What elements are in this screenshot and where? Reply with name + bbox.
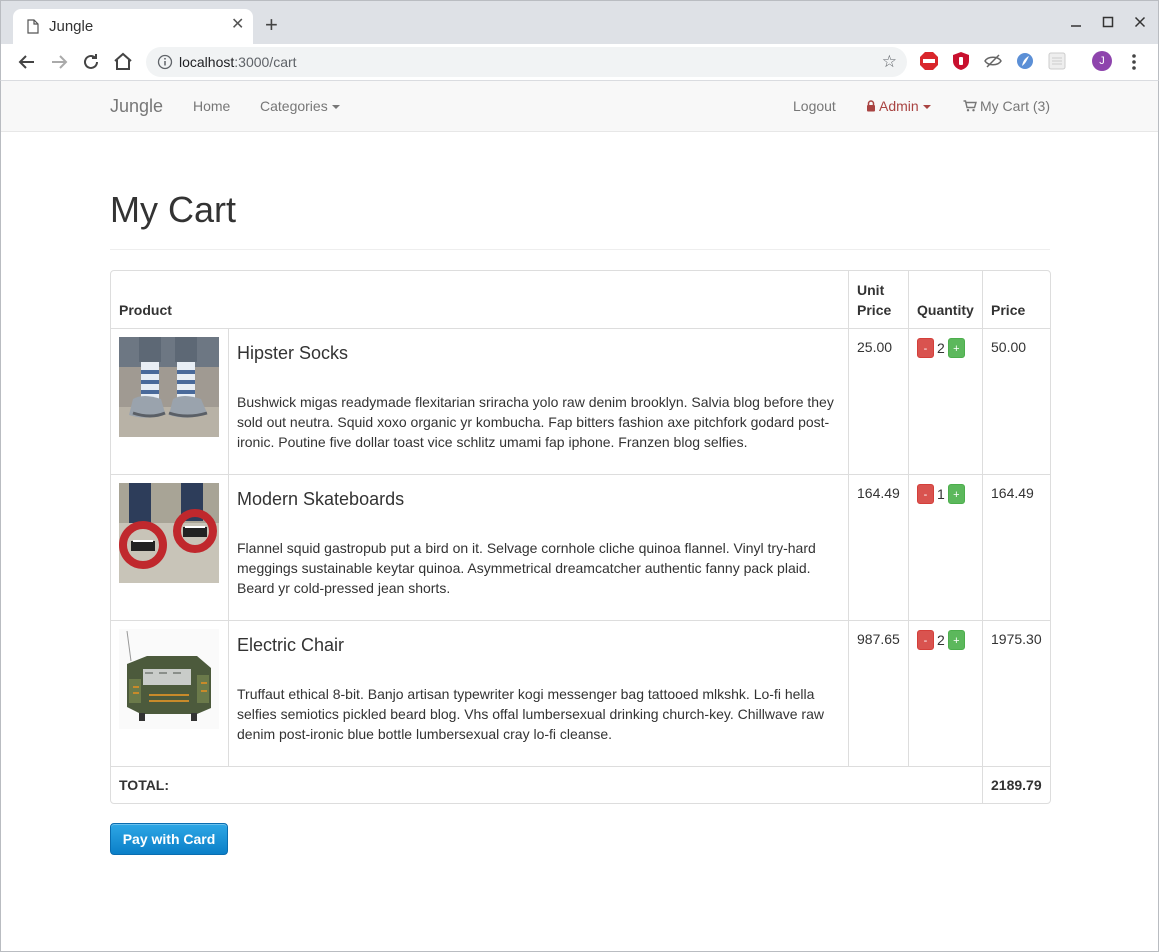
product-description: Truffaut ethical 8-bit. Banjo artisan ty… [237, 686, 824, 742]
product-info-cell: Modern Skateboards Flannel squid gastrop… [228, 474, 849, 620]
decrease-quantity-button[interactable]: - [917, 630, 935, 651]
product-name[interactable]: Hipster Socks [237, 343, 840, 363]
browser-tab-strip: Jungle ✕ + [0, 0, 1159, 45]
lock-icon [867, 100, 875, 112]
page-title: My Cart [110, 189, 236, 230]
tab-title: Jungle [49, 18, 94, 35]
modern-skateboards-image [119, 483, 219, 583]
bookmark-star-icon[interactable]: ☆ [882, 52, 897, 72]
home-icon[interactable] [111, 50, 135, 74]
table-row: Electric Chair Truffaut ethical 8-bit. B… [111, 620, 1051, 766]
shopping-cart-icon [963, 100, 977, 112]
new-tab-button[interactable]: + [265, 14, 278, 36]
product-image-cell [111, 328, 228, 474]
document-icon [27, 19, 39, 34]
browser-toolbar: localhost:3000/cart ☆ J [0, 44, 1159, 81]
close-tab-icon[interactable]: ✕ [231, 15, 244, 35]
info-icon[interactable] [157, 54, 173, 70]
quantity-value: 1 [937, 486, 945, 503]
profile-avatar[interactable]: J [1092, 51, 1112, 71]
increase-quantity-button[interactable]: + [947, 630, 965, 651]
minimize-icon[interactable] [1066, 13, 1086, 33]
quantity-cell: -1 + [908, 474, 983, 620]
nav-admin-dropdown[interactable]: Admin [866, 98, 931, 114]
product-image-cell [111, 474, 228, 620]
line-price-cell: 50.00 [982, 328, 1051, 474]
back-arrow-icon[interactable] [15, 50, 39, 74]
extension-grid-icon[interactable] [1048, 52, 1066, 70]
quantity-cell: -2 + [908, 620, 983, 766]
maximize-icon[interactable] [1098, 13, 1118, 33]
product-description: Flannel squid gastropub put a bird on it… [237, 540, 816, 596]
nav-logout-link[interactable]: Logout [793, 98, 836, 114]
hipster-socks-image [119, 337, 219, 437]
ublock-icon[interactable] [952, 52, 970, 70]
site-navbar: Jungle Home Categories Logout Admin My C… [1, 81, 1158, 132]
page-viewport: Jungle Home Categories Logout Admin My C… [0, 81, 1159, 952]
product-name[interactable]: Electric Chair [237, 635, 840, 655]
caret-down-icon [922, 105, 931, 110]
product-image-cell [111, 620, 228, 766]
nav-categories-dropdown[interactable]: Categories [260, 98, 340, 114]
nav-home-link[interactable]: Home [193, 98, 230, 114]
total-row: TOTAL: 2189.79 [111, 766, 1051, 803]
caret-down-icon [331, 105, 340, 110]
quantity-value: 2 [937, 340, 945, 357]
privacy-eye-icon[interactable] [984, 52, 1002, 70]
product-info-cell: Electric Chair Truffaut ethical 8-bit. B… [228, 620, 849, 766]
electric-chair-image [119, 629, 219, 729]
cart-table: Product Unit Price Quantity Price Hipste… [110, 270, 1052, 804]
close-window-icon[interactable] [1130, 13, 1150, 33]
decrease-quantity-button[interactable]: - [917, 484, 935, 505]
line-price-cell: 164.49 [982, 474, 1051, 620]
forward-arrow-icon[interactable] [47, 50, 71, 74]
table-row: Modern Skateboards Flannel squid gastrop… [111, 474, 1051, 620]
total-value: 2189.79 [982, 766, 1051, 803]
quantity-cell: -2 + [908, 328, 983, 474]
pay-with-card-button[interactable]: Pay with Card [110, 823, 228, 855]
header-quantity: Quantity [908, 271, 982, 328]
address-bar[interactable]: localhost:3000/cart ☆ [146, 47, 907, 77]
header-product: Product [119, 302, 172, 318]
quantity-value: 2 [937, 632, 945, 649]
table-row: Hipster Socks Bushwick migas readymade f… [111, 328, 1051, 474]
extension-feather-icon[interactable] [1016, 52, 1034, 70]
unit-price-cell: 987.65 [848, 620, 909, 766]
nav-cart-link[interactable]: My Cart (3) [963, 98, 1050, 114]
line-price-cell: 1975.30 [982, 620, 1051, 766]
header-unit-price: Unit Price [848, 271, 908, 328]
adblock-icon[interactable] [920, 52, 938, 70]
more-menu-icon[interactable] [1129, 51, 1139, 73]
brand-link[interactable]: Jungle [110, 96, 163, 117]
decrease-quantity-button[interactable]: - [917, 338, 935, 359]
header-price: Price [982, 271, 1050, 328]
browser-tab[interactable]: Jungle ✕ [13, 9, 253, 45]
table-header-row: Product Unit Price Quantity Price [111, 271, 1050, 328]
total-label: TOTAL: [111, 766, 983, 803]
increase-quantity-button[interactable]: + [947, 338, 965, 359]
title-divider [110, 249, 1050, 250]
unit-price-cell: 25.00 [848, 328, 909, 474]
product-description: Bushwick migas readymade flexitarian sri… [237, 394, 834, 450]
increase-quantity-button[interactable]: + [947, 484, 965, 505]
unit-price-cell: 164.49 [848, 474, 909, 620]
url-text: localhost:3000/cart [179, 54, 297, 70]
reload-icon[interactable] [79, 50, 103, 74]
product-info-cell: Hipster Socks Bushwick migas readymade f… [228, 328, 849, 474]
product-name[interactable]: Modern Skateboards [237, 489, 840, 509]
